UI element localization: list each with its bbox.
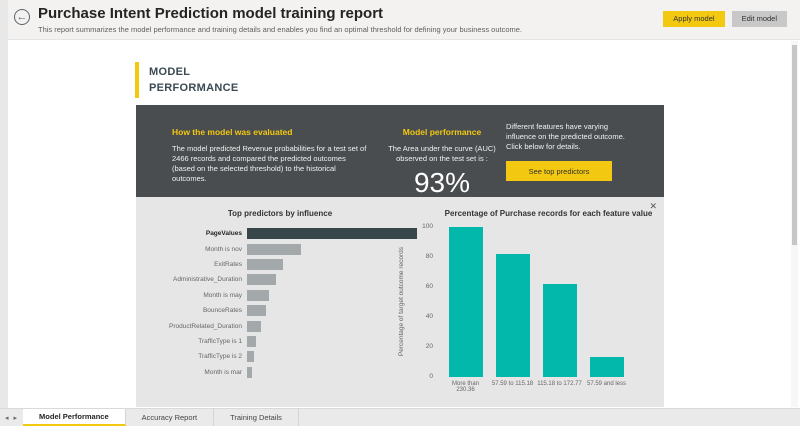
predictor-rows: PageValues Month is nov ExitRates Administr… <box>136 226 426 380</box>
predictor-label: TrafficType is 2 <box>136 353 247 360</box>
predictors-visual-panel: ✕ Top predictors by influence PageValues… <box>136 197 664 407</box>
predictor-label: Month is may <box>136 292 247 299</box>
bar-column <box>536 227 583 377</box>
bar-column <box>583 227 630 377</box>
left-chart-title: Top predictors by influence <box>150 209 410 218</box>
x-axis-category-label: 115.18 to 172.77 <box>536 381 583 393</box>
performance-column: Model performance The Area under the cur… <box>378 127 506 199</box>
vertical-scrollbar[interactable] <box>791 41 798 407</box>
predictor-label: Month is nov <box>136 246 247 253</box>
feature-value-bar[interactable] <box>590 357 624 377</box>
feature-value-bar[interactable] <box>496 254 530 377</box>
tab-training-details[interactable]: Training Details <box>214 409 299 426</box>
predictor-label: ProductRelated_Duration <box>136 323 247 330</box>
performance-heading: Model performance <box>378 127 506 137</box>
predictor-bar[interactable] <box>247 259 283 270</box>
x-axis-category-label: 57.59 to 115.18 <box>489 381 536 393</box>
accent-bar <box>135 62 139 98</box>
feature-value-bar[interactable] <box>543 284 577 377</box>
header-actions: Apply model Edit model <box>663 11 787 27</box>
report-header: ← Purchase Intent Prediction model train… <box>8 0 800 40</box>
predictor-row[interactable]: TrafficType is 1 <box>136 334 426 349</box>
x-axis-category-label: 57.59 and less <box>583 381 630 393</box>
predictor-row[interactable]: ExitRates <box>136 257 426 272</box>
prev-page-icon[interactable]: ◂ <box>5 414 9 422</box>
y-axis-tick-label: 40 <box>411 313 433 320</box>
tab-nav-arrows: ◂ ▸ <box>0 409 23 426</box>
report-tab-bar: ◂ ▸ Model Performance Accuracy Report Tr… <box>0 408 800 426</box>
evaluation-heading: How the model was evaluated <box>172 127 368 137</box>
predictor-bar[interactable] <box>247 321 261 332</box>
right-chart-plot-area: 100806040200 <box>436 227 661 377</box>
section-title: MODEL PERFORMANCE <box>149 62 238 98</box>
predictor-label: PageValues <box>136 230 247 237</box>
see-top-predictors-button[interactable]: See top predictors <box>506 161 612 181</box>
predictor-bar[interactable] <box>247 351 254 362</box>
y-axis-tick-label: 0 <box>411 373 433 380</box>
predictor-row[interactable]: Month is nov <box>136 241 426 256</box>
scrollbar-thumb[interactable] <box>792 45 797 245</box>
bar-column <box>489 227 536 377</box>
section-title-line1: MODEL <box>149 64 238 80</box>
predictor-bar[interactable] <box>247 274 276 285</box>
tab-model-performance[interactable]: Model Performance <box>23 409 126 426</box>
y-axis-tick-label: 80 <box>411 253 433 260</box>
collapsed-nav-strip <box>0 0 8 408</box>
predictor-label: ExitRates <box>136 261 247 268</box>
right-chart-title: Percentage of Purchase records for each … <box>436 209 661 218</box>
tab-accuracy-report[interactable]: Accuracy Report <box>126 409 214 426</box>
y-axis-tick-label: 100 <box>411 223 433 230</box>
predictor-row[interactable]: BounceRates <box>136 303 426 318</box>
feature-value-bar[interactable] <box>449 227 483 377</box>
page-subtitle: This report summarizes the model perform… <box>38 25 522 34</box>
right-chart-category-labels: More than 230.3657.59 to 115.18115.18 to… <box>442 381 630 393</box>
y-axis-tick-label: 60 <box>411 283 433 290</box>
predictor-label: Month is mar <box>136 369 247 376</box>
predictor-row[interactable]: PageValues <box>136 226 426 241</box>
y-axis-tick-label: 20 <box>411 343 433 350</box>
performance-body: The Area under the curve (AUC) observed … <box>378 144 506 164</box>
auc-value: 93% <box>378 167 506 199</box>
predictor-bar[interactable] <box>247 305 266 316</box>
predictor-bar[interactable] <box>247 367 252 378</box>
page-title: Purchase Intent Prediction model trainin… <box>38 5 383 22</box>
y-axis-label-text: Percentage of target outcome records <box>398 247 405 356</box>
apply-model-button[interactable]: Apply model <box>663 11 724 27</box>
right-chart-bars <box>442 227 630 377</box>
edit-model-button[interactable]: Edit model <box>732 11 787 27</box>
evaluation-column: How the model was evaluated The model pr… <box>172 127 368 184</box>
predictor-bar[interactable] <box>247 244 301 255</box>
predictor-bar[interactable] <box>247 336 256 347</box>
features-body: Different features have varying influenc… <box>506 122 628 152</box>
predictor-bar[interactable] <box>247 228 417 239</box>
section-title-line2: PERFORMANCE <box>149 80 238 96</box>
predictor-row[interactable]: Month is mar <box>136 365 426 380</box>
predictor-row[interactable]: Administrative_Duration <box>136 272 426 287</box>
predictor-label: BounceRates <box>136 307 247 314</box>
predictor-bar[interactable] <box>247 290 269 301</box>
features-column: Different features have varying influenc… <box>506 122 628 181</box>
predictor-row[interactable]: TrafficType is 2 <box>136 349 426 364</box>
x-axis-category-label: More than 230.36 <box>442 381 489 393</box>
evaluation-body: The model predicted Revenue probabilitie… <box>172 144 368 184</box>
bar-column <box>442 227 489 377</box>
predictor-row[interactable]: ProductRelated_Duration <box>136 318 426 333</box>
right-chart-y-axis-label: Percentage of target outcome records <box>398 227 405 377</box>
model-summary-panel: How the model was evaluated The model pr… <box>136 105 664 197</box>
next-page-icon[interactable]: ▸ <box>14 414 18 422</box>
section-heading: MODEL PERFORMANCE <box>135 62 238 98</box>
predictor-row[interactable]: Month is may <box>136 288 426 303</box>
predictor-label: Administrative_Duration <box>136 276 247 283</box>
back-button[interactable]: ← <box>14 9 30 25</box>
predictor-label: TrafficType is 1 <box>136 338 247 345</box>
